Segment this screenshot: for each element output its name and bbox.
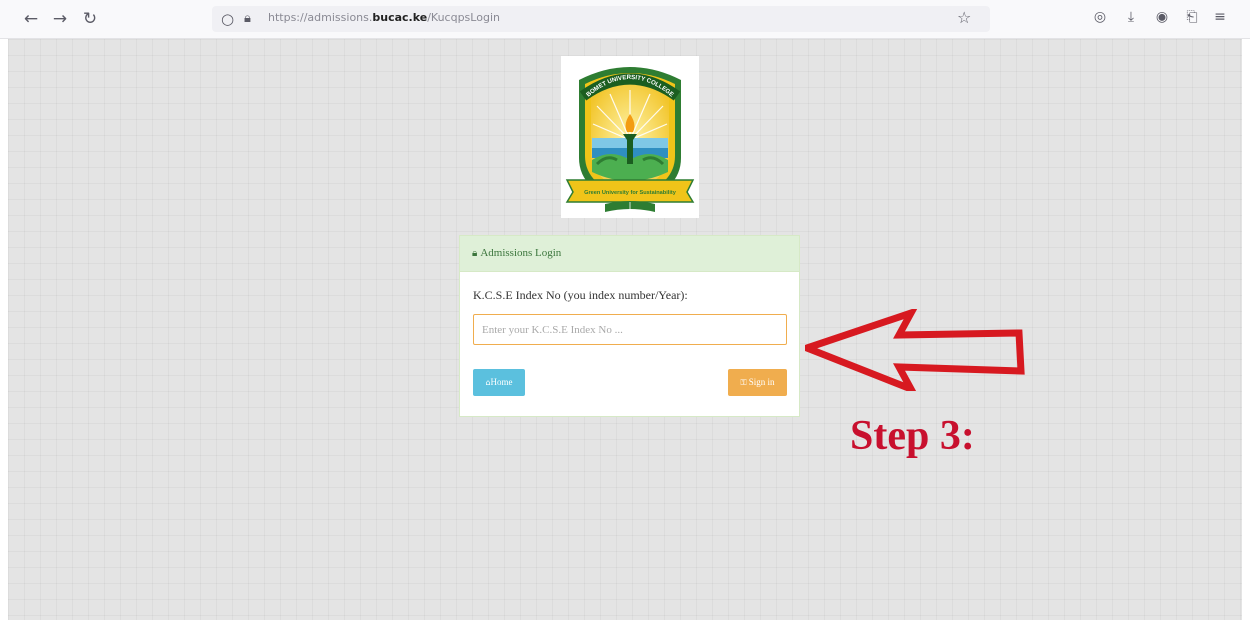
panel-title: Admissions Login: [480, 247, 562, 259]
back-arrow-icon[interactable]: ←: [20, 8, 42, 30]
url-text[interactable]: https://admissions.bucac.ke/KucqpsLogin: [268, 11, 500, 24]
index-number-input[interactable]: [473, 314, 787, 345]
logo-emblem: BOMET UNIVERSITY COLLEGE Green Universit…: [565, 67, 695, 212]
index-number-label: K.C.S.E Index No (you index number/Year)…: [473, 288, 688, 302]
step-label: Step 3:: [850, 413, 975, 459]
sign-in-button-label: Sign in: [748, 377, 775, 387]
university-logo: BOMET UNIVERSITY COLLEGE Green Universit…: [561, 56, 699, 218]
url-bar[interactable]: ○ 🔒︎ https://admissions.bucac.ke/KucqpsL…: [212, 6, 990, 32]
annotation-arrow-icon: [805, 309, 1025, 391]
bookmark-star-icon[interactable]: ☆: [957, 8, 971, 27]
reload-icon[interactable]: ↻: [79, 8, 101, 30]
panel-heading: 🔒︎ Admissions Login: [460, 236, 799, 272]
lock-icon[interactable]: 🔒︎: [244, 9, 251, 29]
login-panel: 🔒︎ Admissions Login K.C.S.E Index No (you…: [459, 235, 800, 417]
url-path: /KucqpsLogin: [427, 11, 500, 24]
menu-icon[interactable]: ≡: [1210, 9, 1230, 25]
lock-icon: 🔒︎: [472, 248, 478, 259]
download-icon[interactable]: ⤓: [1121, 9, 1141, 25]
extensions-icon[interactable]: ⎗: [1182, 9, 1202, 25]
pocket-icon[interactable]: ◎: [1090, 9, 1110, 25]
url-prefix: https://admissions.: [268, 11, 373, 24]
key-icon: ⚿: [740, 378, 747, 387]
page-viewport: BOMET UNIVERSITY COLLEGE Green Universit…: [8, 39, 1242, 620]
account-icon[interactable]: ◉: [1152, 9, 1172, 25]
home-button[interactable]: ⌂Home: [473, 369, 525, 396]
shield-icon[interactable]: ○: [221, 9, 234, 29]
url-domain: bucac.ke: [372, 11, 428, 24]
sign-in-button[interactable]: ⚿ Sign in: [728, 369, 787, 396]
logo-ribbon-text: Green University for Sustainability: [584, 190, 677, 196]
forward-arrow-icon[interactable]: →: [49, 8, 71, 30]
browser-toolbar: ← → ↻ ○ 🔒︎ https://admissions.bucac.ke/K…: [0, 0, 1250, 39]
home-button-label: Home: [490, 377, 513, 387]
